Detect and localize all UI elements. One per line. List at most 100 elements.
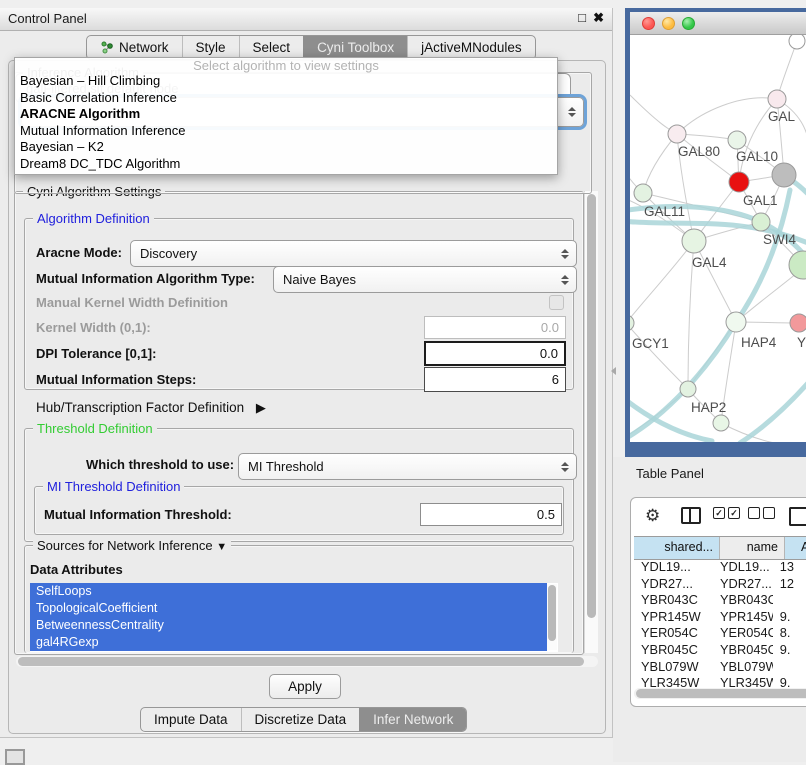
mi-threshold-field[interactable] (420, 503, 562, 526)
threshold-definition-title: Threshold Definition (33, 421, 157, 436)
tab-select[interactable]: Select (239, 36, 304, 59)
network-node[interactable] (729, 172, 749, 192)
which-threshold-combo[interactable]: MI Threshold (238, 453, 577, 480)
network-node-gal[interactable] (768, 90, 786, 108)
table-row[interactable]: YPR145WYPR145W9. (634, 609, 806, 626)
network-edge[interactable] (630, 323, 688, 389)
table-cell: YDR27... (713, 576, 773, 593)
panel-splitter-handle[interactable] (611, 367, 616, 375)
mi-steps-field[interactable] (424, 367, 566, 392)
network-node-hap2[interactable] (680, 381, 696, 397)
table-hscroll-thumb[interactable] (636, 689, 806, 698)
network-edge[interactable] (740, 383, 806, 442)
table-cell: 9. (773, 609, 806, 626)
attribute-item-selfloops[interactable]: SelfLoops (30, 583, 547, 600)
attribute-item-topologicalcoefficient[interactable]: TopologicalCoefficient (30, 600, 547, 617)
tab-network[interactable]: Network (87, 36, 182, 59)
dpi-tolerance-field[interactable] (424, 341, 566, 366)
network-node-gal4[interactable] (682, 229, 706, 253)
settings-hscroll-thumb[interactable] (18, 657, 584, 666)
table-row[interactable]: YDR27...YDR27...12 (634, 576, 806, 593)
tab-discretize-data[interactable]: Discretize Data (241, 708, 360, 731)
tab-label: Discretize Data (255, 712, 347, 727)
attributes-scrollbar-thumb[interactable] (548, 585, 556, 641)
attribute-item-betweennesscentrality[interactable]: BetweennessCentrality (30, 617, 547, 634)
manual-kernel-checkbox[interactable] (549, 295, 564, 310)
network-window-titlebar[interactable] (630, 12, 806, 35)
sources-title-row[interactable]: Sources for Network Inference ▼ (33, 538, 231, 553)
network-node[interactable] (789, 35, 805, 49)
minimize-traffic-light-icon[interactable] (662, 17, 675, 30)
table-row[interactable]: YER054CYER054C8. (634, 625, 806, 642)
network-view-window[interactable]: GALGAL80GAL10GAL11GAL1SWI4GAL4GCY1HAP4YH… (625, 8, 806, 457)
control-panel-titlebar[interactable]: Control Panel □ ✖ (0, 8, 612, 31)
network-node-gal1[interactable] (752, 213, 770, 231)
column-layout-icon[interactable] (681, 507, 701, 524)
network-node[interactable] (713, 415, 729, 431)
network-node-hap4[interactable] (726, 312, 746, 332)
table-function-icon[interactable] (789, 507, 806, 526)
settings-vertical-scrollbar[interactable] (584, 191, 598, 653)
combo-arrows-icon (561, 267, 571, 292)
table-row[interactable]: YBR043CYBR043C (634, 592, 806, 609)
dropdown-item-bayesian-k2[interactable]: Bayesian – K2 (15, 139, 557, 156)
network-node-y[interactable] (790, 314, 806, 332)
mi-type-combo[interactable]: Naive Bayes (273, 266, 577, 293)
network-node-gal10[interactable] (728, 131, 746, 149)
node-label-gal1: GAL1 (743, 193, 778, 208)
network-node-swi4[interactable] (789, 251, 806, 279)
unchecked-box-icon (763, 507, 775, 519)
dropdown-item-mutual-information-inference[interactable]: Mutual Information Inference (15, 123, 557, 140)
attributes-scrollbar[interactable] (547, 584, 557, 650)
table-panel: Table Panel ⚙ ✓ ✓ shared...nameA YDL19..… (613, 457, 806, 762)
column-header-shared[interactable]: shared... (634, 537, 720, 559)
network-edge[interactable] (736, 273, 797, 322)
close-window-icon[interactable]: ✖ (593, 10, 604, 26)
hub-definition-expander[interactable]: Hub/Transcription Factor Definition ▶ (36, 400, 266, 416)
data-attributes-list[interactable]: SelfLoopsTopologicalCoefficientBetweenne… (30, 583, 558, 652)
dropdown-item-basic-correlation-inference[interactable]: Basic Correlation Inference (15, 90, 557, 107)
network-node-gal11[interactable] (634, 184, 652, 202)
aracne-mode-combo[interactable]: Discovery (130, 240, 577, 267)
float-window-icon[interactable]: □ (578, 10, 586, 25)
network-canvas[interactable]: GALGAL80GAL10GAL11GAL1SWI4GAL4GCY1HAP4YH… (630, 35, 806, 442)
table-row[interactable]: YDL19...YDL19...13 (634, 559, 806, 576)
close-traffic-light-icon[interactable] (642, 17, 655, 30)
zoom-traffic-light-icon[interactable] (682, 17, 695, 30)
table-horizontal-scrollbar[interactable] (634, 688, 806, 699)
table-row[interactable]: YBL079WYBL079W (634, 659, 806, 676)
settings-vscroll-thumb[interactable] (587, 194, 596, 618)
network-edge[interactable] (630, 241, 694, 323)
network-edge[interactable] (643, 134, 677, 193)
select-all-checks-icon[interactable]: ✓ ✓ (713, 507, 740, 519)
tab-cyni-toolbox[interactable]: Cyni Toolbox (303, 36, 407, 59)
table-row[interactable]: YBR045CYBR045C9. (634, 642, 806, 659)
tab-jactivemnodules[interactable]: jActiveMNodules (407, 36, 535, 59)
network-edge[interactable] (694, 241, 736, 322)
tab-impute-data[interactable]: Impute Data (141, 708, 241, 731)
gear-icon[interactable]: ⚙ (645, 507, 660, 525)
node-label-gal11: GAL11 (644, 204, 685, 219)
kernel-width-field[interactable] (424, 316, 566, 339)
network-node[interactable] (772, 163, 796, 187)
tab-style[interactable]: Style (182, 36, 239, 59)
column-header-a[interactable]: A (785, 537, 806, 559)
table-cell: YDL19... (713, 559, 773, 576)
settings-horizontal-scrollbar[interactable] (16, 656, 598, 667)
panel-title: Control Panel (8, 11, 87, 26)
network-node-gcy1[interactable] (630, 315, 634, 331)
network-edge[interactable] (677, 98, 777, 134)
network-node-gal80[interactable] (668, 125, 686, 143)
table-cell: YBR043C (634, 592, 713, 609)
dropdown-item-bayesian-hill-climbing[interactable]: Bayesian – Hill Climbing (15, 73, 557, 90)
dropdown-item-dream8-dc-tdc-algorithm[interactable]: Dream8 DC_TDC Algorithm (15, 156, 557, 173)
minimized-panel-icon[interactable] (5, 749, 25, 765)
column-header-name[interactable]: name (720, 537, 785, 559)
mi-threshold-label: Mutual Information Threshold: (44, 507, 232, 522)
apply-button[interactable]: Apply (269, 674, 341, 699)
tab-label: Infer Network (373, 712, 453, 727)
dropdown-item-aracne-algorithm[interactable]: ARACNE Algorithm (15, 106, 557, 123)
tab-infer-network[interactable]: Infer Network (359, 708, 466, 731)
deselect-all-checks-icon[interactable] (748, 507, 775, 519)
attribute-item-gal4rgexp[interactable]: gal4RGexp (30, 634, 547, 651)
